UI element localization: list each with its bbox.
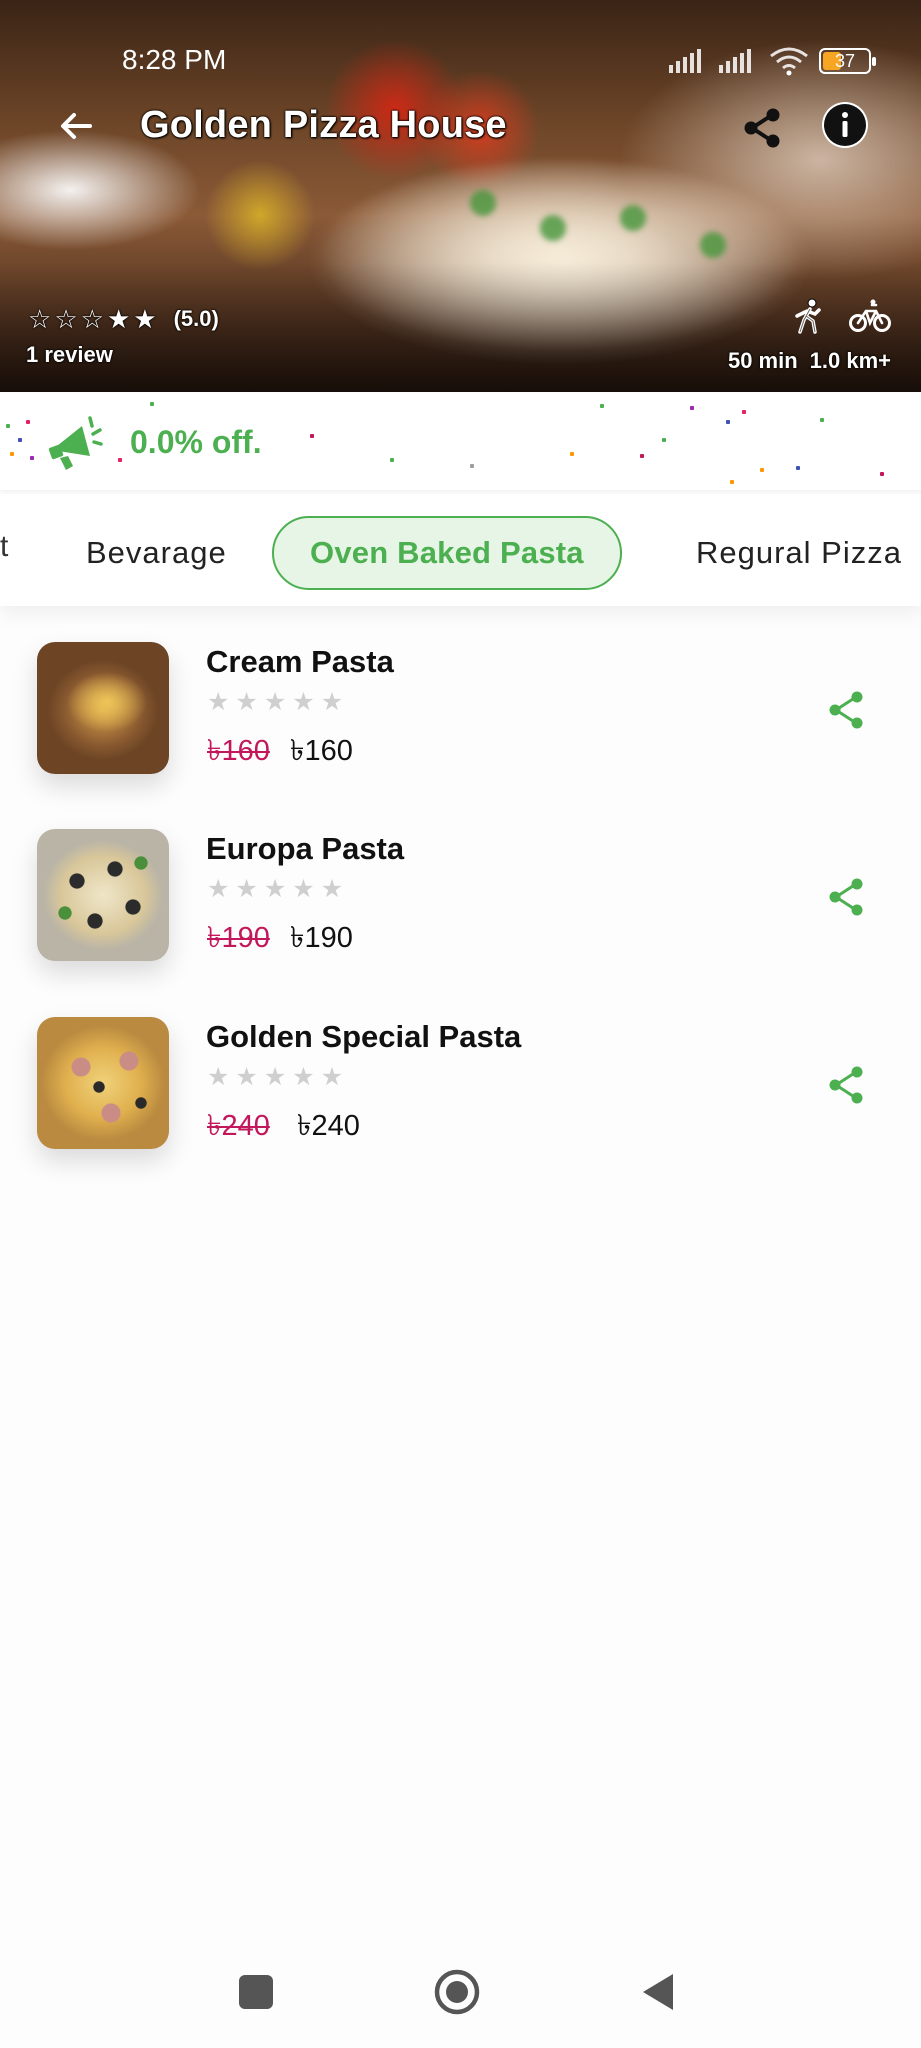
star-icon: ★	[320, 875, 344, 903]
star-icon: ★	[235, 688, 258, 716]
star-icon: ★	[292, 688, 315, 716]
bicycle-icon	[849, 299, 891, 332]
product-name: Europa Pasta	[206, 831, 405, 866]
star-icon: ★	[207, 1063, 230, 1091]
star-icon: ★	[263, 1063, 287, 1091]
walking-icon	[795, 298, 821, 334]
star-icon: ★	[320, 1063, 344, 1091]
share-icon	[829, 1066, 863, 1104]
status-icons: 37	[669, 46, 876, 76]
product-image[interactable]	[37, 829, 169, 961]
back-nav-button[interactable]	[628, 1962, 688, 2022]
star-icon: ★	[207, 688, 230, 716]
delivery-mode-icons	[793, 298, 891, 334]
product-old-price: ৳190	[207, 922, 270, 954]
product-old-price: ৳240	[207, 1110, 270, 1142]
restaurant-rating: ☆ ☆ ☆ ★ ★ (5.0)	[28, 306, 219, 332]
share-product-button[interactable]	[820, 871, 872, 923]
cover-decor	[540, 215, 566, 241]
battery-level: 37	[834, 50, 856, 71]
list-item[interactable]: Europa Pasta ★ ★ ★ ★ ★ ৳190 ৳190	[0, 829, 921, 979]
back-triangle-icon	[643, 1974, 673, 2010]
share-icon	[829, 691, 863, 729]
star-icon: ☆	[54, 304, 78, 334]
product-image[interactable]	[37, 1017, 169, 1149]
star-icon: ☆	[80, 304, 104, 334]
cover-decor	[620, 205, 646, 231]
rating-value: (5.0)	[173, 306, 219, 331]
discount-text: 0.0% off.	[130, 424, 262, 460]
cover-decor	[470, 190, 496, 216]
recent-apps-button[interactable]	[226, 1962, 286, 2022]
signal-icon	[719, 49, 751, 73]
tab-partial[interactable]: t	[0, 530, 8, 564]
list-item[interactable]: Cream Pasta ★ ★ ★ ★ ★ ৳160 ৳160	[0, 642, 921, 792]
stop-icon	[239, 1975, 273, 2009]
star-icon: ★	[235, 875, 258, 903]
product-price: ৳190	[290, 922, 353, 954]
star-icon: ☆	[28, 304, 52, 334]
restaurant-title: Golden Pizza House	[140, 104, 507, 146]
category-tabs[interactable]: t Bevarage Oven Baked Pasta Regural Pizz…	[0, 494, 921, 606]
star-icon: ★	[263, 875, 287, 903]
product-rating: ★ ★ ★ ★ ★	[207, 1065, 343, 1090]
product-price: ৳240	[297, 1110, 360, 1142]
back-button[interactable]	[52, 102, 100, 150]
product-rating: ★ ★ ★ ★ ★	[207, 690, 343, 715]
star-icon: ★	[292, 1063, 315, 1091]
signal-icon	[669, 49, 701, 73]
star-icon: ★	[207, 875, 230, 903]
app-bar: Golden Pizza House	[0, 96, 921, 156]
share-restaurant-button[interactable]	[736, 102, 788, 154]
cover-decor	[700, 232, 726, 258]
home-button[interactable]	[427, 1962, 487, 2022]
info-icon	[824, 104, 866, 146]
product-old-price: ৳160	[207, 735, 270, 767]
star-icon: ★	[320, 688, 344, 716]
discount-banner: 0.0% off.	[0, 394, 921, 490]
battery-icon: 37	[819, 48, 876, 74]
product-price: ৳160	[290, 735, 353, 767]
share-icon	[829, 878, 863, 916]
review-count[interactable]: 1 review	[26, 342, 113, 368]
product-name: Cream Pasta	[206, 644, 394, 679]
product-name: Golden Special Pasta	[206, 1019, 522, 1054]
delivery-time: 50 min	[727, 348, 798, 373]
product-rating: ★ ★ ★ ★ ★	[207, 877, 343, 902]
status-time: 8:28 PM	[122, 44, 227, 75]
product-image[interactable]	[37, 642, 169, 774]
delivery-info: 50 min 1.0 km+	[728, 348, 891, 374]
megaphone-icon	[48, 416, 103, 470]
star-icon: ★	[292, 875, 315, 903]
home-icon	[434, 1969, 480, 2015]
tab-oven-baked-pasta[interactable]: Oven Baked Pasta	[272, 516, 622, 590]
star-icon: ★	[263, 688, 287, 716]
delivery-distance: 1.0 km+	[809, 348, 891, 373]
back-arrow-icon	[61, 113, 92, 139]
share-product-button[interactable]	[820, 1059, 872, 1111]
tab-bevarage[interactable]: Bevarage	[86, 516, 227, 590]
star-icon: ★	[235, 1063, 258, 1091]
list-item[interactable]: Golden Special Pasta ★ ★ ★ ★ ★ ৳240 ৳240	[0, 1017, 921, 1167]
share-product-button[interactable]	[820, 684, 872, 736]
system-nav-bar	[0, 1940, 921, 2048]
star-icon: ★	[133, 304, 157, 334]
share-icon	[744, 108, 780, 148]
info-button[interactable]	[822, 102, 868, 148]
tab-regural-pizza[interactable]: Regural Pizza	[696, 516, 902, 590]
status-bar: 8:28 PM 37	[0, 0, 921, 90]
wifi-icon	[770, 47, 808, 76]
star-icon: ★	[106, 304, 131, 334]
